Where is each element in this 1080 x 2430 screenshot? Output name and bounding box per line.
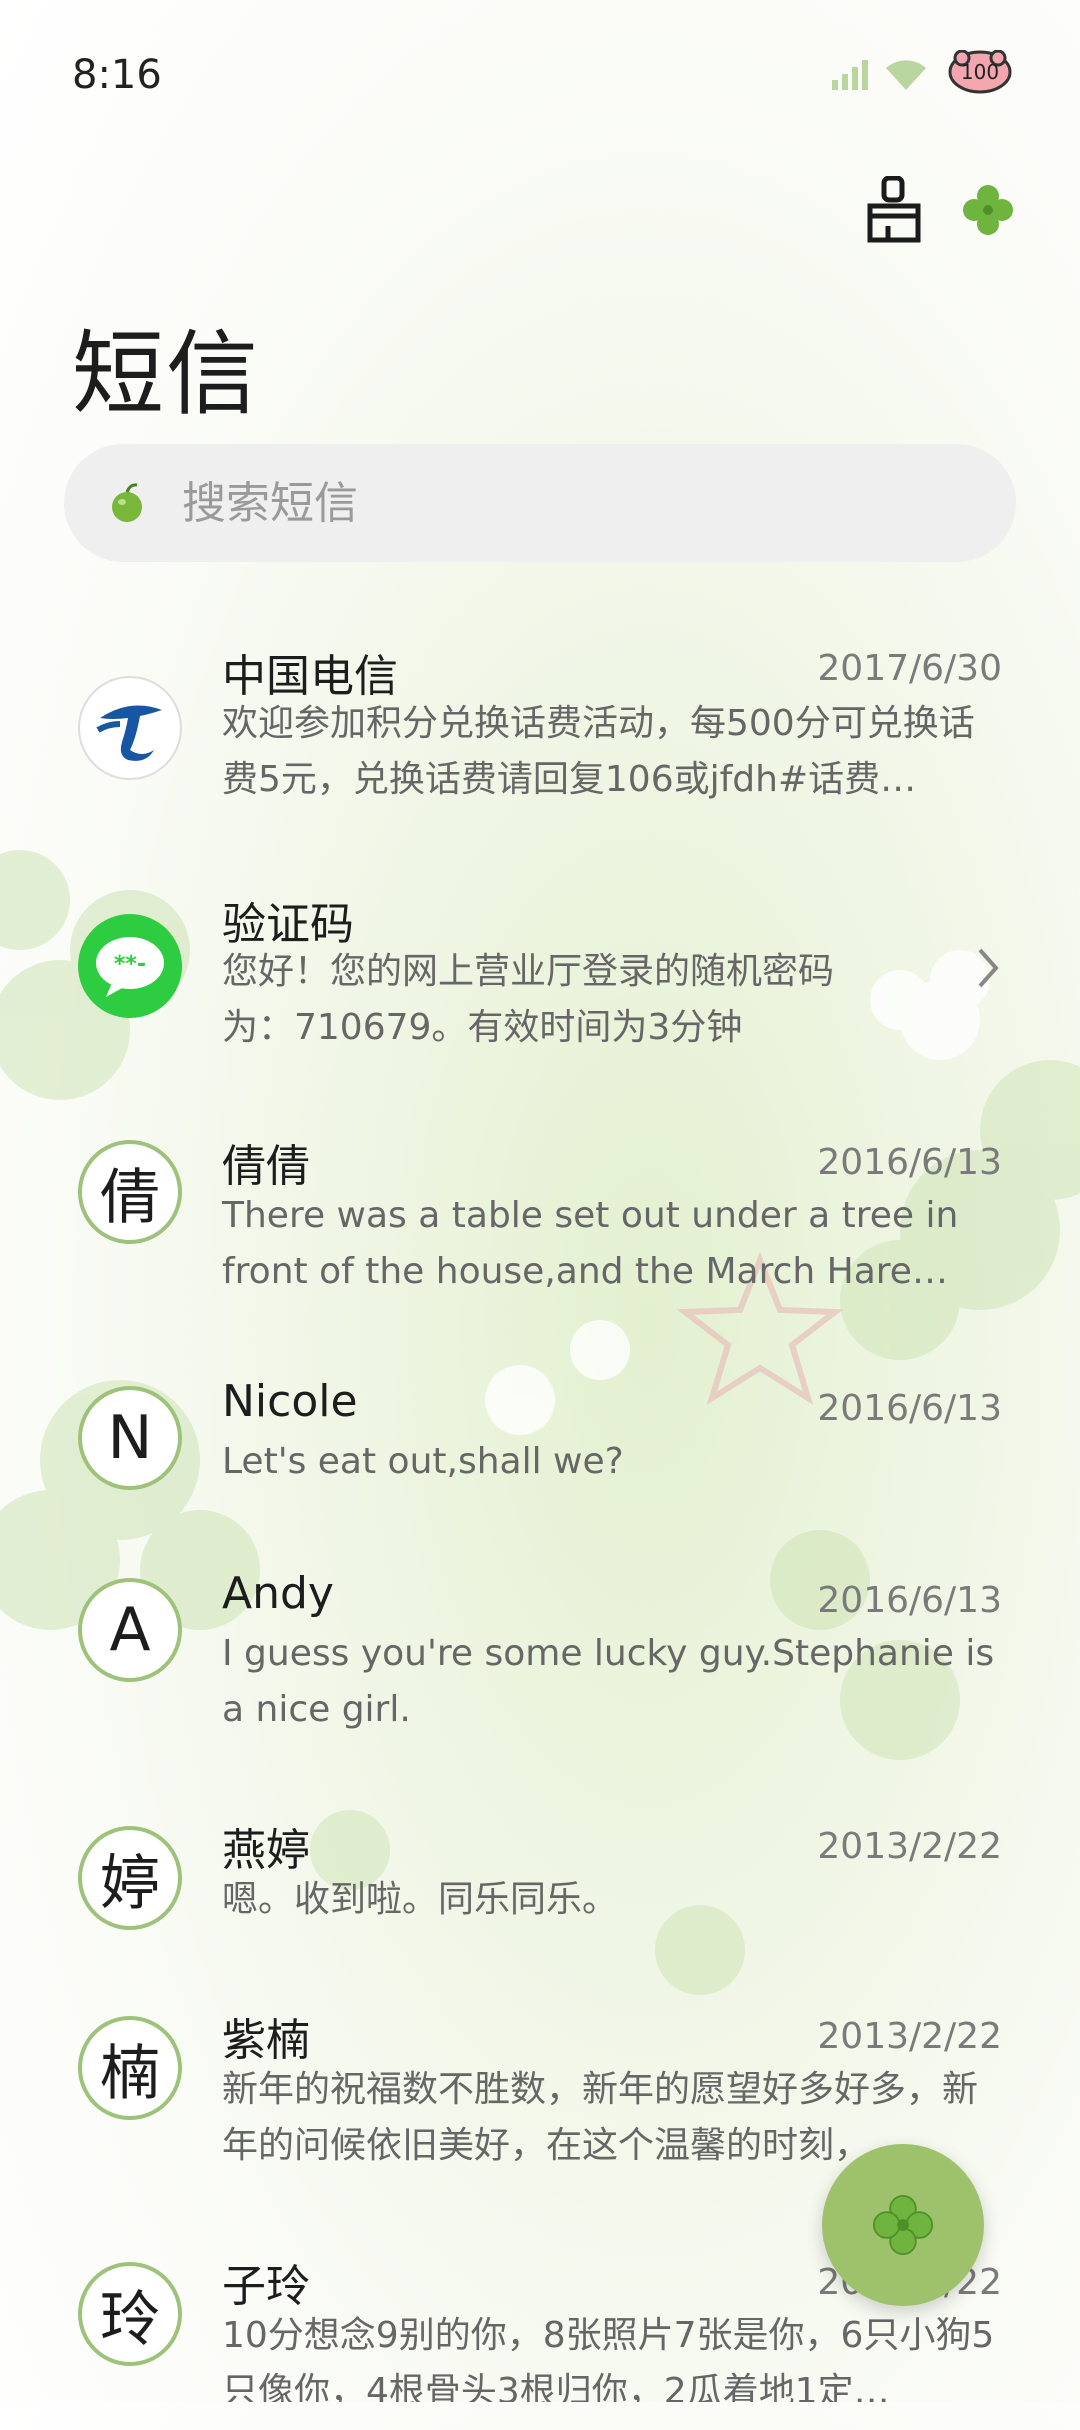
avatar: A: [78, 1578, 182, 1682]
status-bar: 8:16 100: [0, 0, 1080, 150]
conversation-row[interactable]: A Andy 2016/6/13 I guess you're some luc…: [0, 1568, 1080, 1788]
avatar: N: [78, 1386, 182, 1490]
contact-name: Andy: [222, 1568, 334, 1619]
conversation-row[interactable]: 婷 燕婷 2013/2/22 嗯。收到啦。同乐同乐。: [0, 1814, 1080, 1974]
message-date: 2016/6/13: [817, 1142, 1002, 1183]
message-preview: 您好！您的网上营业厅登录的随机密码为：710679。有效时间为3分钟: [222, 951, 835, 1048]
message-bubble-icon: **-: [96, 937, 164, 997]
avatar: 玲: [78, 2262, 182, 2366]
clean-button[interactable]: [856, 172, 932, 248]
compose-button[interactable]: [822, 2144, 984, 2306]
conversation-row[interactable]: 倩 倩倩 2016/6/13 There was a table set out…: [0, 1128, 1080, 1348]
message-date: 2017/6/30: [817, 648, 1002, 689]
conversation-row[interactable]: **- 验证码 您好！您的网上营业厅登录的随机密码为：710679。有效时间为3…: [0, 880, 1080, 1100]
avatar: 楠: [78, 2016, 182, 2120]
avatar: 倩: [78, 1140, 182, 1244]
contact-name: Nicole: [222, 1376, 358, 1427]
contact-name: 验证码: [222, 899, 354, 950]
message-date: 2016/6/13: [817, 1580, 1002, 1621]
message-preview: 嗯。收到啦。同乐同乐。: [222, 1879, 619, 1920]
contact-name: 倩倩: [222, 1141, 310, 1192]
avatar: 婷: [78, 1826, 182, 1930]
message-preview: Let's eat out,shall we?: [222, 1441, 624, 1482]
signal-icon: [832, 60, 868, 90]
message-date: 2013/2/22: [817, 2016, 1002, 2057]
brush-icon: [867, 176, 921, 243]
battery-level: 100: [961, 60, 999, 84]
apple-icon: [112, 483, 142, 522]
contact-name: 子玲: [222, 2261, 310, 2312]
conversation-row[interactable]: N Nicole 2016/6/13 Let's eat out,shall w…: [0, 1376, 1080, 1536]
contact-name: 中国电信: [222, 651, 398, 702]
battery-icon: 100: [948, 50, 1012, 94]
message-date: 2013/2/22: [817, 1826, 1002, 1867]
svg-text:**-: **-: [114, 952, 146, 977]
contact-name: 紫楠: [222, 2015, 310, 2066]
message-preview: I guess you're some lucky guy.Stephanie …: [222, 1633, 995, 1730]
chevron-right-icon[interactable]: [974, 946, 1002, 990]
search-input[interactable]: [180, 476, 944, 530]
message-preview: There was a table set out under a tree i…: [222, 1195, 959, 1292]
theme-button[interactable]: [950, 172, 1026, 248]
message-date: 2016/6/13: [817, 1388, 1002, 1429]
wifi-icon: [886, 60, 926, 90]
contact-name: 燕婷: [222, 1825, 310, 1876]
clover-icon: [963, 185, 1013, 235]
status-time: 8:16: [72, 52, 162, 98]
china-telecom-logo-icon: [96, 705, 162, 761]
message-preview: 欢迎参加积分兑换话费活动，每500分可兑换话费5元，兑换话费请回复106或jfd…: [222, 703, 975, 800]
avatar: **-: [78, 914, 182, 1018]
clover-icon: [872, 2194, 934, 2256]
message-preview: 10分想念9别的你，8张照片7张是你，6只小狗5只像你，4根骨头3根归你，2瓜着…: [222, 2315, 995, 2402]
page-title: 短信: [72, 321, 261, 428]
conversation-row[interactable]: 中国电信 2017/6/30 欢迎参加积分兑换话费活动，每500分可兑换话费5元…: [0, 636, 1080, 856]
avatar: [78, 676, 182, 780]
search-bar[interactable]: [64, 444, 1016, 562]
